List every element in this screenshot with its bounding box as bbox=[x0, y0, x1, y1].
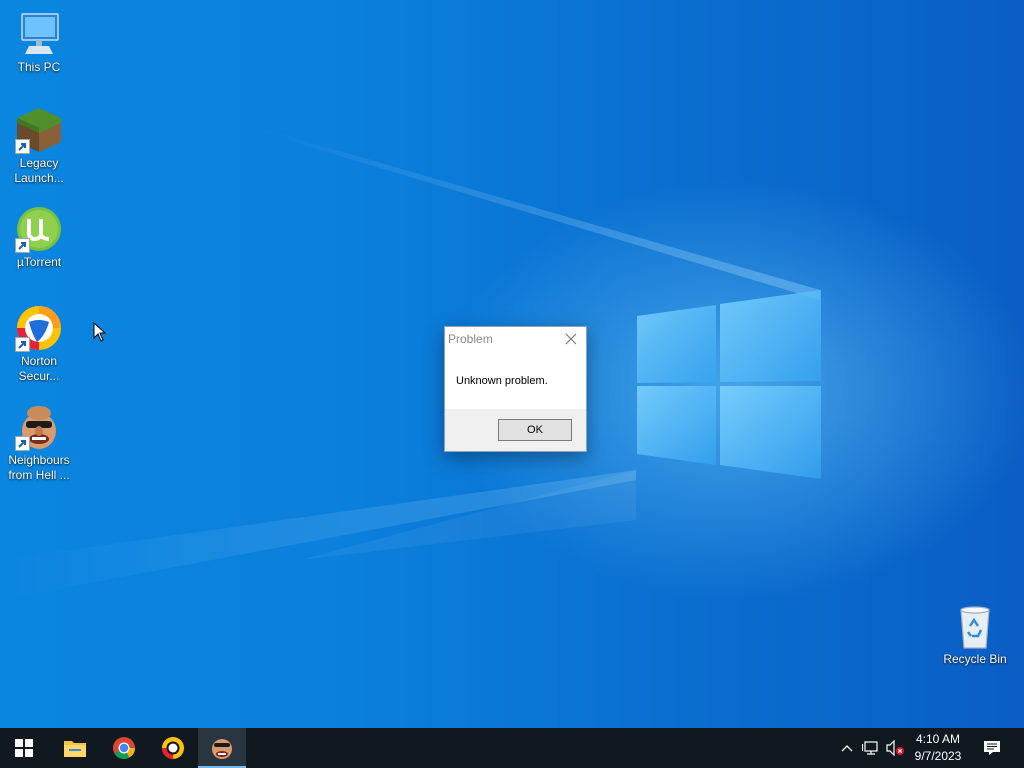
ok-button[interactable]: OK bbox=[498, 419, 572, 441]
dialog-footer: OK bbox=[445, 409, 586, 451]
desktop-icon-legacy-launcher[interactable]: Legacy Launch... bbox=[1, 106, 77, 186]
mouse-cursor-icon bbox=[93, 322, 107, 342]
desktop-icon-neighbours-from-hell[interactable]: Neighbours from Hell ... bbox=[1, 403, 77, 483]
icon-label: Norton Secur... bbox=[18, 354, 60, 383]
clock[interactable]: 4:10 AM 9/7/2023 bbox=[906, 731, 970, 765]
shortcut-arrow-icon bbox=[15, 436, 30, 451]
this-pc-icon bbox=[21, 13, 59, 54]
desktop-icon-norton[interactable]: Norton Secur... bbox=[1, 304, 77, 384]
close-button[interactable] bbox=[564, 332, 578, 346]
norton-icon bbox=[162, 737, 184, 759]
network-button[interactable] bbox=[860, 728, 882, 768]
neighbours-from-hell-icon bbox=[212, 739, 232, 759]
taskbar-neighbours-from-hell[interactable] bbox=[198, 728, 246, 768]
icon-label: This PC bbox=[17, 60, 61, 74]
clock-time: 4:10 AM bbox=[915, 732, 961, 746]
taskbar-chrome[interactable] bbox=[100, 728, 148, 768]
problem-dialog: Problem Unknown problem. OK bbox=[444, 326, 587, 452]
notification-icon bbox=[984, 741, 1000, 755]
shortcut-arrow-icon bbox=[15, 238, 30, 253]
icon-label: Legacy Launch... bbox=[14, 156, 64, 185]
recycle-bin-icon bbox=[960, 606, 990, 649]
taskbar-norton[interactable] bbox=[149, 728, 197, 768]
windows-start-icon bbox=[15, 739, 33, 757]
icon-label: Neighbours from Hell ... bbox=[8, 453, 70, 482]
shortcut-arrow-icon bbox=[15, 139, 30, 154]
volume-muted-icon bbox=[886, 740, 904, 756]
show-hidden-icons-button[interactable] bbox=[838, 728, 856, 768]
volume-button[interactable] bbox=[884, 728, 906, 768]
taskbar-file-explorer[interactable] bbox=[51, 728, 99, 768]
shortcut-arrow-icon bbox=[15, 337, 30, 352]
desktop-icon-utorrent[interactable]: µTorrent bbox=[1, 205, 77, 270]
dialog-title: Problem bbox=[448, 332, 493, 346]
clock-date: 9/7/2023 bbox=[914, 749, 962, 763]
network-icon bbox=[862, 741, 878, 755]
chevron-up-icon bbox=[841, 745, 853, 752]
desktop-icon-recycle-bin[interactable]: Recycle Bin bbox=[937, 602, 1013, 667]
close-icon bbox=[565, 333, 577, 345]
taskbar: 4:10 AM 9/7/2023 bbox=[0, 728, 1024, 768]
icon-label: Recycle Bin bbox=[943, 652, 1007, 666]
start-button[interactable] bbox=[0, 728, 48, 768]
folder-icon bbox=[64, 741, 86, 757]
desktop-icon-this-pc[interactable]: This PC bbox=[1, 10, 77, 75]
dialog-message: Unknown problem. bbox=[456, 375, 548, 387]
icon-label: µTorrent bbox=[16, 255, 62, 269]
chrome-icon bbox=[113, 737, 135, 759]
action-center-button[interactable] bbox=[978, 728, 1006, 768]
